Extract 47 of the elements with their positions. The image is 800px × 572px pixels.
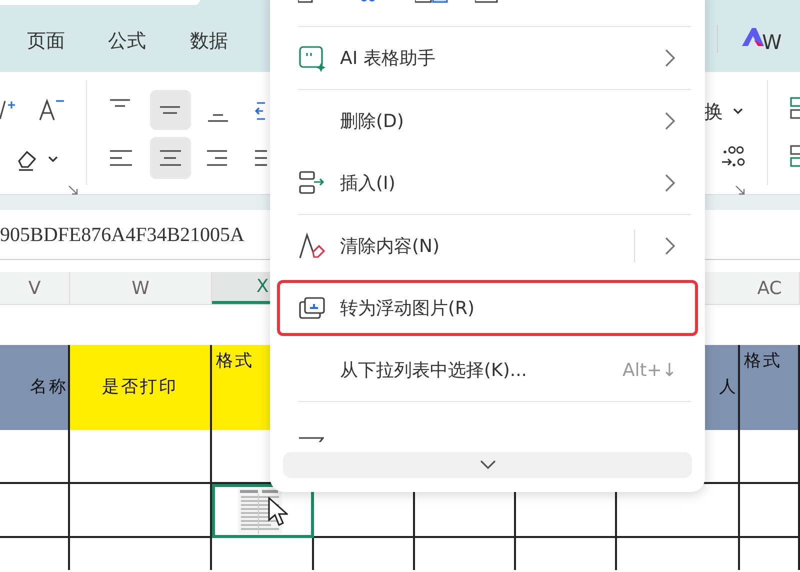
menu-item[interactable]: AI 表格助手: [284, 27, 691, 89]
caret-icon[interactable]: [733, 107, 743, 115]
search-field[interactable]: [0, 0, 200, 5]
align-right-icon[interactable]: [207, 147, 229, 169]
chevron-right-icon[interactable]: [663, 48, 677, 68]
table-cell[interactable]: [70, 484, 212, 538]
align-left-icon[interactable]: [110, 147, 132, 169]
menu-icon[interactable]: [298, 294, 326, 322]
table-header-cell: 是否打印: [70, 345, 212, 430]
chevron-right-icon[interactable]: [663, 111, 677, 131]
menu-icon[interactable]: [298, 44, 326, 72]
table-cell[interactable]: [0, 484, 70, 538]
table-icon[interactable]: [790, 97, 800, 119]
table-icon[interactable]: [790, 145, 800, 167]
convert-label[interactable]: 换: [704, 98, 723, 126]
column-header[interactable]: AC: [740, 272, 800, 304]
table-header-cell: 格式: [740, 345, 800, 430]
ribbon-tab[interactable]: 页面: [27, 27, 65, 56]
formula-text[interactable]: 905BDFE876A4F34B21005A: [0, 220, 244, 250]
font-shrink-icon[interactable]: [38, 97, 66, 121]
table-cell[interactable]: [740, 430, 800, 484]
shortcut-label: Alt+↓: [622, 358, 677, 382]
expand-icon[interactable]: [735, 185, 745, 195]
caret-icon[interactable]: [48, 155, 58, 163]
table-cell[interactable]: [70, 430, 212, 484]
menu-icon[interactable]: [298, 169, 326, 197]
menu-item[interactable]: 删除(D): [284, 90, 691, 152]
align-middle-button[interactable]: [150, 90, 191, 130]
table-cell[interactable]: [740, 484, 800, 538]
cursor-icon: [268, 497, 288, 527]
indent-icon[interactable]: [255, 100, 267, 122]
chevron-right-icon[interactable]: [663, 236, 677, 256]
logo-icon[interactable]: [742, 28, 764, 46]
table-cell[interactable]: [0, 430, 70, 484]
brand-button[interactable]: W: [762, 27, 782, 57]
ribbon-tab[interactable]: 公式: [108, 27, 146, 56]
chevron-right-icon[interactable]: [663, 173, 677, 193]
column-header[interactable]: V: [0, 272, 70, 304]
menu-icon[interactable]: [298, 232, 326, 260]
expand-icon[interactable]: [68, 185, 78, 195]
justify-icon[interactable]: [255, 147, 267, 169]
table-header-cell: 名称: [0, 345, 70, 430]
align-center-button[interactable]: [150, 137, 191, 179]
align-center-icon[interactable]: [160, 147, 182, 169]
chevron-down-icon[interactable]: [480, 460, 496, 470]
ribbon-tab[interactable]: 数据: [190, 27, 228, 56]
menu-item[interactable]: 插入(I): [284, 152, 691, 214]
